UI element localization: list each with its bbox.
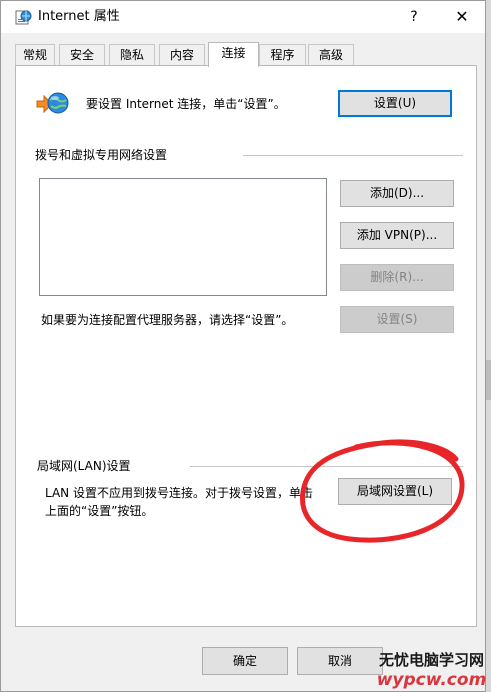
setup-description: 要设置 Internet 连接，单击“设置”。 (86, 97, 286, 111)
remove-connection-button[interactable]: 删除(R)... (340, 264, 454, 291)
cancel-button[interactable]: 取消 (297, 647, 383, 675)
internet-setup-icon (36, 92, 69, 114)
dialup-vpn-heading: 拨号和虚拟专用网络设置 (35, 148, 168, 162)
proxy-description: 如果要为连接配置代理服务器，请选择“设置”。 (41, 313, 294, 327)
tab-general[interactable]: 常规 (15, 44, 55, 66)
close-button[interactable]: ✕ (439, 1, 485, 33)
internet-properties-window: Internet 属性 ? ✕ 常规 安全 隐私 内容 连接 程序 高级 要设置… (0, 0, 486, 692)
lan-divider (190, 466, 463, 467)
internet-options-icon (15, 10, 32, 25)
watermark-url: wypcw.com (376, 670, 487, 690)
connections-listbox[interactable] (39, 178, 327, 296)
lan-description-line1: LAN 设置不应用到拨号连接。对于拨号设置，单击 (45, 486, 313, 500)
watermark-site-name: 无忧电脑学习网 (378, 651, 484, 669)
lan-description-line2: 上面的“设置”按钮。 (45, 504, 154, 518)
background-edge-tick (486, 360, 491, 400)
title-bar[interactable]: Internet 属性 ? ✕ (1, 1, 485, 33)
help-button[interactable]: ? (397, 1, 431, 33)
add-connection-button[interactable]: 添加(D)... (340, 180, 454, 207)
window-title: Internet 属性 (38, 9, 120, 24)
tab-security[interactable]: 安全 (59, 44, 105, 66)
add-vpn-button[interactable]: 添加 VPN(P)... (340, 222, 454, 249)
tab-advanced[interactable]: 高级 (308, 44, 354, 66)
lan-settings-heading: 局域网(LAN)设置 (37, 459, 131, 473)
ok-button[interactable]: 确定 (202, 647, 288, 675)
site-watermark: 无忧电脑学习网 wypcw.com (372, 650, 491, 692)
close-icon: ✕ (455, 7, 469, 26)
tab-connections[interactable]: 连接 (208, 42, 259, 67)
background-edge (486, 0, 491, 692)
help-icon: ? (410, 9, 418, 25)
lan-settings-button[interactable]: 局域网设置(L) (338, 478, 452, 505)
setup-button[interactable]: 设置(U) (338, 90, 452, 117)
connections-panel: 要设置 Internet 连接，单击“设置”。 设置(U) 拨号和虚拟专用网络设… (15, 65, 477, 627)
tab-content[interactable]: 内容 (159, 44, 205, 66)
tab-programs[interactable]: 程序 (259, 44, 306, 66)
tab-privacy[interactable]: 隐私 (109, 44, 155, 66)
dialup-divider (243, 155, 463, 156)
dialup-settings-button[interactable]: 设置(S) (340, 306, 454, 333)
